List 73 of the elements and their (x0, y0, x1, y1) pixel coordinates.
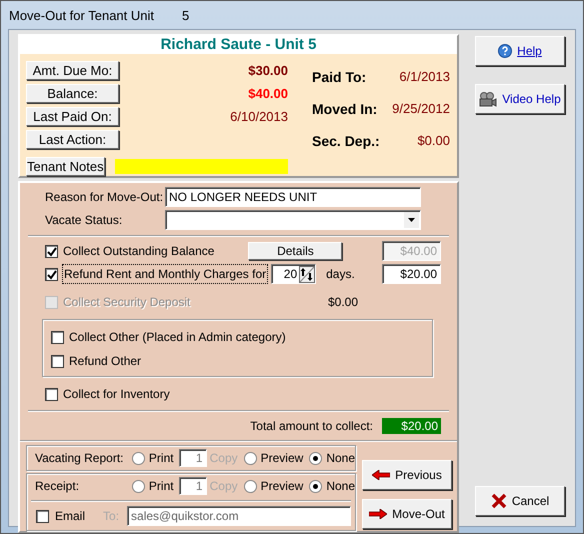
summary-value: $30.00 (248, 62, 288, 80)
email-field[interactable]: sales@quikstor.com (127, 506, 352, 526)
reason-field[interactable]: NO LONGER NEEDS UNIT (165, 187, 421, 207)
summary-button[interactable]: Amt. Due Mo: (26, 61, 119, 80)
left-arrow-icon (372, 470, 390, 480)
amount-text: $0.00 (328, 294, 358, 311)
tenant-header: Richard Saute - Unit 5 (20, 36, 457, 54)
total-amount: $20.00 (382, 418, 441, 434)
option-label: Collect Outstanding Balance (63, 243, 214, 260)
radio-button[interactable] (132, 480, 145, 492)
right-arrow-icon (369, 509, 388, 519)
help-button[interactable]: Help (475, 36, 565, 66)
option-label: Collect Security Deposit (63, 294, 190, 311)
radio-label: Preview (260, 478, 304, 495)
checkbox[interactable] (45, 268, 58, 280)
copies-field[interactable]: 1 (178, 477, 207, 495)
summary-value: $40.00 (248, 84, 288, 103)
radio-button[interactable] (309, 480, 322, 492)
info-label: Moved In: (312, 100, 378, 118)
cancel-button[interactable]: Cancel (475, 486, 565, 516)
info-label: Paid To: (312, 68, 366, 86)
field-label: Vacate Status: (45, 212, 124, 229)
days-spinner[interactable]: 20 (271, 264, 316, 284)
radio-button[interactable] (132, 452, 145, 464)
total-label: Total amount to collect: (250, 418, 373, 434)
dropdown-arrow-icon (408, 218, 415, 222)
move-out-button[interactable]: Move-Out (362, 499, 452, 529)
radio-button[interactable] (244, 480, 257, 492)
checkbox[interactable] (51, 330, 64, 344)
help-icon (498, 44, 512, 58)
checkbox[interactable] (36, 510, 49, 522)
report-label: Vacating Report: (35, 450, 124, 467)
window-unit-number: 5 (182, 8, 190, 23)
info-value: 6/1/2013 (399, 68, 450, 86)
radio-label: Print (148, 478, 174, 495)
option-label: Refund Rent and Monthly Charges for (63, 265, 268, 283)
vacate-status-dropdown[interactable] (165, 210, 421, 230)
days-label: days. (326, 266, 355, 283)
to-label: To: (103, 508, 120, 525)
info-value: 9/25/2012 (392, 100, 450, 118)
summary-button[interactable]: Last Paid On: (26, 107, 119, 126)
option-label: Refund Other (69, 353, 142, 370)
checkbox[interactable] (45, 244, 58, 258)
checkbox[interactable] (51, 354, 64, 368)
field-label: Reason for Move-Out: (45, 189, 164, 206)
report-label: Receipt: (35, 478, 80, 495)
option-label: Collect for Inventory (63, 386, 170, 403)
option-label: Collect Other (Placed in Admin category) (69, 329, 286, 346)
summary-button[interactable]: Balance: (26, 84, 119, 103)
tenant-notes-button[interactable]: Tenant Notes (26, 157, 105, 176)
radio-label: None (326, 478, 355, 495)
window-title: Move-Out for Tenant Unit (9, 8, 154, 23)
details-button[interactable]: Details (248, 242, 342, 260)
email-label: Email (55, 508, 86, 525)
previous-button[interactable]: Previous (362, 460, 452, 490)
radio-label: Preview (260, 450, 304, 467)
video-help-button[interactable]: Video Help (475, 84, 565, 114)
spinner-arrows-icon[interactable] (299, 266, 316, 282)
info-value: $0.00 (417, 132, 450, 150)
radio-label: Print (148, 450, 174, 467)
radio-button[interactable] (309, 452, 322, 464)
copy-label: Copy (210, 450, 238, 467)
radio-label: None (326, 450, 355, 467)
film-camera-icon (479, 92, 498, 106)
summary-value: 6/10/2013 (230, 108, 288, 126)
checkbox[interactable] (45, 388, 58, 400)
summary-button[interactable]: Last Action: (26, 130, 119, 149)
copies-field[interactable]: 1 (178, 449, 207, 467)
info-label: Sec. Dep.: (312, 132, 380, 151)
copy-label: Copy (210, 478, 238, 495)
close-icon (490, 493, 507, 509)
amount-field[interactable]: $20.00 (382, 264, 441, 284)
radio-button[interactable] (244, 452, 257, 464)
